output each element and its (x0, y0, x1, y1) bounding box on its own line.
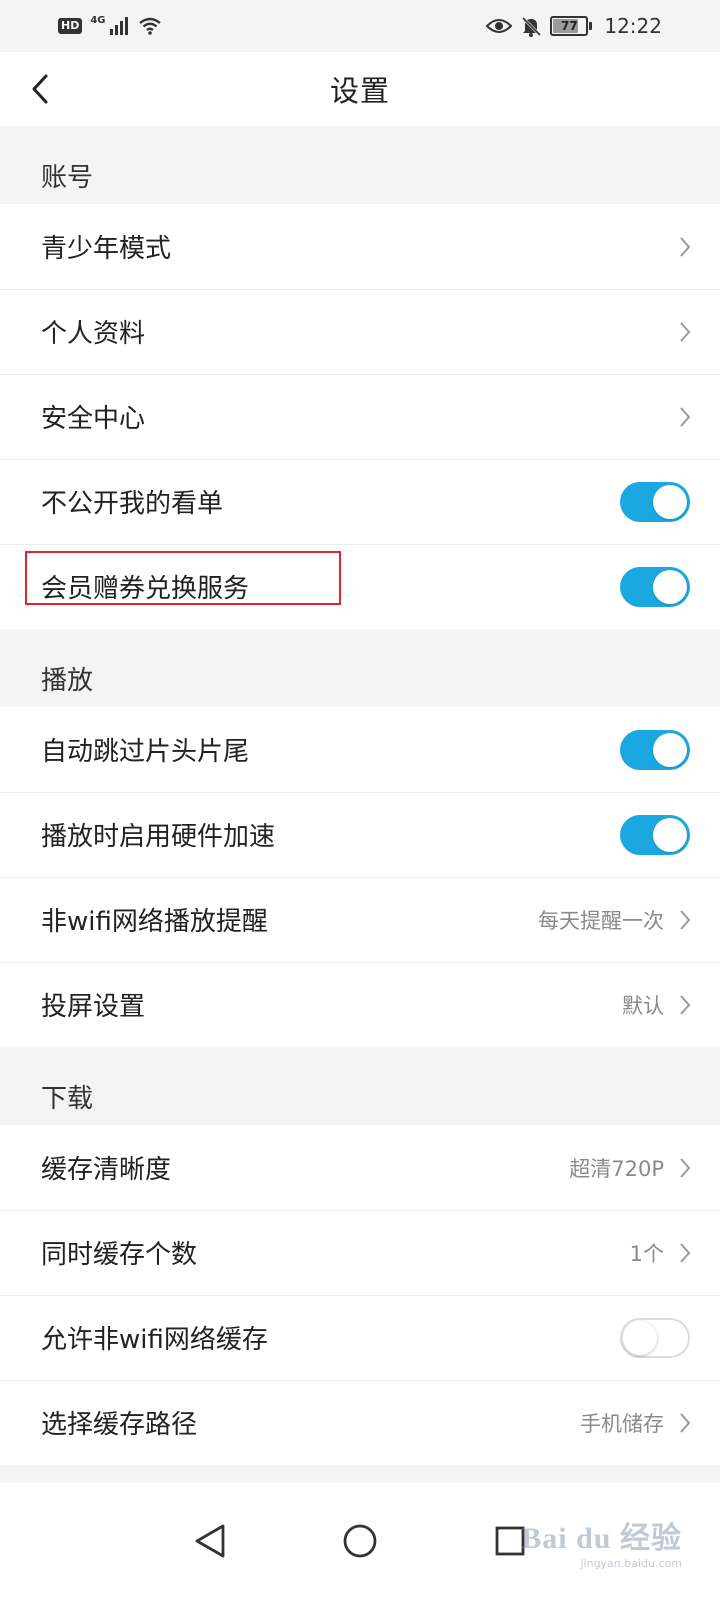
network-type: 4G (90, 15, 106, 26)
row-hardware-acceleration: 播放时启用硬件加速 (0, 792, 720, 877)
chevron-right-icon (678, 320, 692, 344)
battery-icon: 77 (550, 16, 593, 36)
toggle-knob (653, 817, 687, 852)
row-label: 安全中心 (41, 404, 146, 434)
chevron-right-icon (678, 1241, 692, 1265)
row-label: 非wifi网络播放提醒 (41, 907, 268, 937)
status-right: 77 12:22 (486, 14, 662, 38)
baidu-watermark: Bai du 经验 jingyan.baidu.com (521, 1513, 682, 1570)
bell-off-icon (522, 16, 542, 37)
row-label: 青少年模式 (41, 234, 172, 264)
toggle-knob (653, 732, 687, 767)
row-value: 默认 (622, 993, 664, 1018)
row-label: 自动跳过片头片尾 (41, 737, 250, 767)
row-security-center[interactable]: 安全中心 (0, 374, 720, 459)
toggle-switch[interactable] (620, 814, 690, 855)
battery-body: 77 (550, 16, 589, 36)
signal-icon (109, 17, 128, 35)
row-concurrent-cache-count[interactable]: 同时缓存个数 1个 (0, 1210, 720, 1295)
nav-home-button[interactable] (340, 1521, 380, 1561)
watermark-main: Bai du 经验 (521, 1522, 682, 1555)
section-title: 下载 (41, 1084, 94, 1114)
row-value: 1个 (629, 1241, 664, 1266)
row-cache-path[interactable]: 选择缓存路径 手机储存 (0, 1380, 720, 1465)
row-non-wifi-play-reminder[interactable]: 非wifi网络播放提醒 每天提醒一次 (0, 877, 720, 962)
wifi-icon (138, 17, 161, 35)
section-title: 账号 (41, 163, 94, 193)
status-bar: HD 4G 77 12:22 (0, 0, 720, 52)
row-label: 不公开我的看单 (41, 489, 224, 519)
toggle-switch[interactable] (620, 481, 690, 522)
row-profile[interactable]: 个人资料 (0, 289, 720, 374)
row-label: 缓存清晰度 (41, 1155, 172, 1185)
toggle-switch[interactable] (620, 729, 690, 770)
triangle-back-icon (195, 1524, 225, 1558)
chevron-right-icon (678, 1156, 692, 1180)
row-allow-non-wifi-cache: 允许非wifi网络缓存 (0, 1295, 720, 1380)
chevron-left-icon (32, 74, 48, 104)
chevron-right-icon (678, 993, 692, 1017)
section-header-playback: 播放 (0, 629, 720, 707)
chevron-right-icon (678, 908, 692, 932)
circle-home-icon (343, 1524, 377, 1558)
row-label: 允许非wifi网络缓存 (41, 1325, 268, 1355)
chevron-right-icon (678, 405, 692, 429)
row-label: 选择缓存路径 (41, 1410, 198, 1440)
row-label: 会员赠券兑换服务 (41, 574, 250, 604)
section-title: 播放 (41, 666, 94, 696)
toggle-knob (653, 569, 687, 604)
chevron-right-icon (678, 235, 692, 259)
header-bar: 设置 (0, 52, 720, 126)
row-label: 同时缓存个数 (41, 1240, 198, 1270)
settings-list: 账号 青少年模式 个人资料 安全中心 不公开我的看单 会员赠券兑换服务 播放 自… (0, 126, 720, 1600)
page-title: 设置 (329, 74, 390, 108)
row-cache-quality[interactable]: 缓存清晰度 超清720P (0, 1125, 720, 1210)
row-vip-coupon-exchange: 会员赠券兑换服务 (0, 544, 720, 629)
toggle-knob (653, 484, 687, 519)
toggle-switch[interactable] (620, 566, 690, 607)
row-label: 投屏设置 (41, 992, 146, 1022)
toggle-switch[interactable] (620, 1317, 690, 1358)
watermark-sub: jingyan.baidu.com (580, 1557, 682, 1570)
toggle-knob (623, 1320, 657, 1355)
row-value: 超清720P (569, 1156, 664, 1181)
row-value: 每天提醒一次 (538, 908, 664, 933)
row-label: 播放时启用硬件加速 (41, 822, 276, 852)
row-cast-settings[interactable]: 投屏设置 默认 (0, 962, 720, 1047)
row-value: 手机储存 (580, 1411, 664, 1436)
row-label: 个人资料 (41, 319, 146, 349)
back-button[interactable] (22, 70, 58, 108)
chevron-right-icon (678, 1411, 692, 1435)
hd-badge: HD (58, 18, 83, 34)
clock: 12:22 (604, 14, 662, 38)
section-gap (0, 1465, 720, 1483)
row-skip-intro-outro: 自动跳过片头片尾 (0, 707, 720, 792)
battery-cap (589, 22, 593, 30)
eye-icon (486, 19, 513, 33)
status-left: HD 4G (58, 15, 162, 35)
row-private-watchlist: 不公开我的看单 (0, 459, 720, 544)
nav-back-button[interactable] (190, 1521, 230, 1561)
section-header-download: 下载 (0, 1047, 720, 1125)
section-header-account: 账号 (0, 126, 720, 204)
row-teen-mode[interactable]: 青少年模式 (0, 204, 720, 289)
battery-level: 77 (561, 19, 578, 33)
